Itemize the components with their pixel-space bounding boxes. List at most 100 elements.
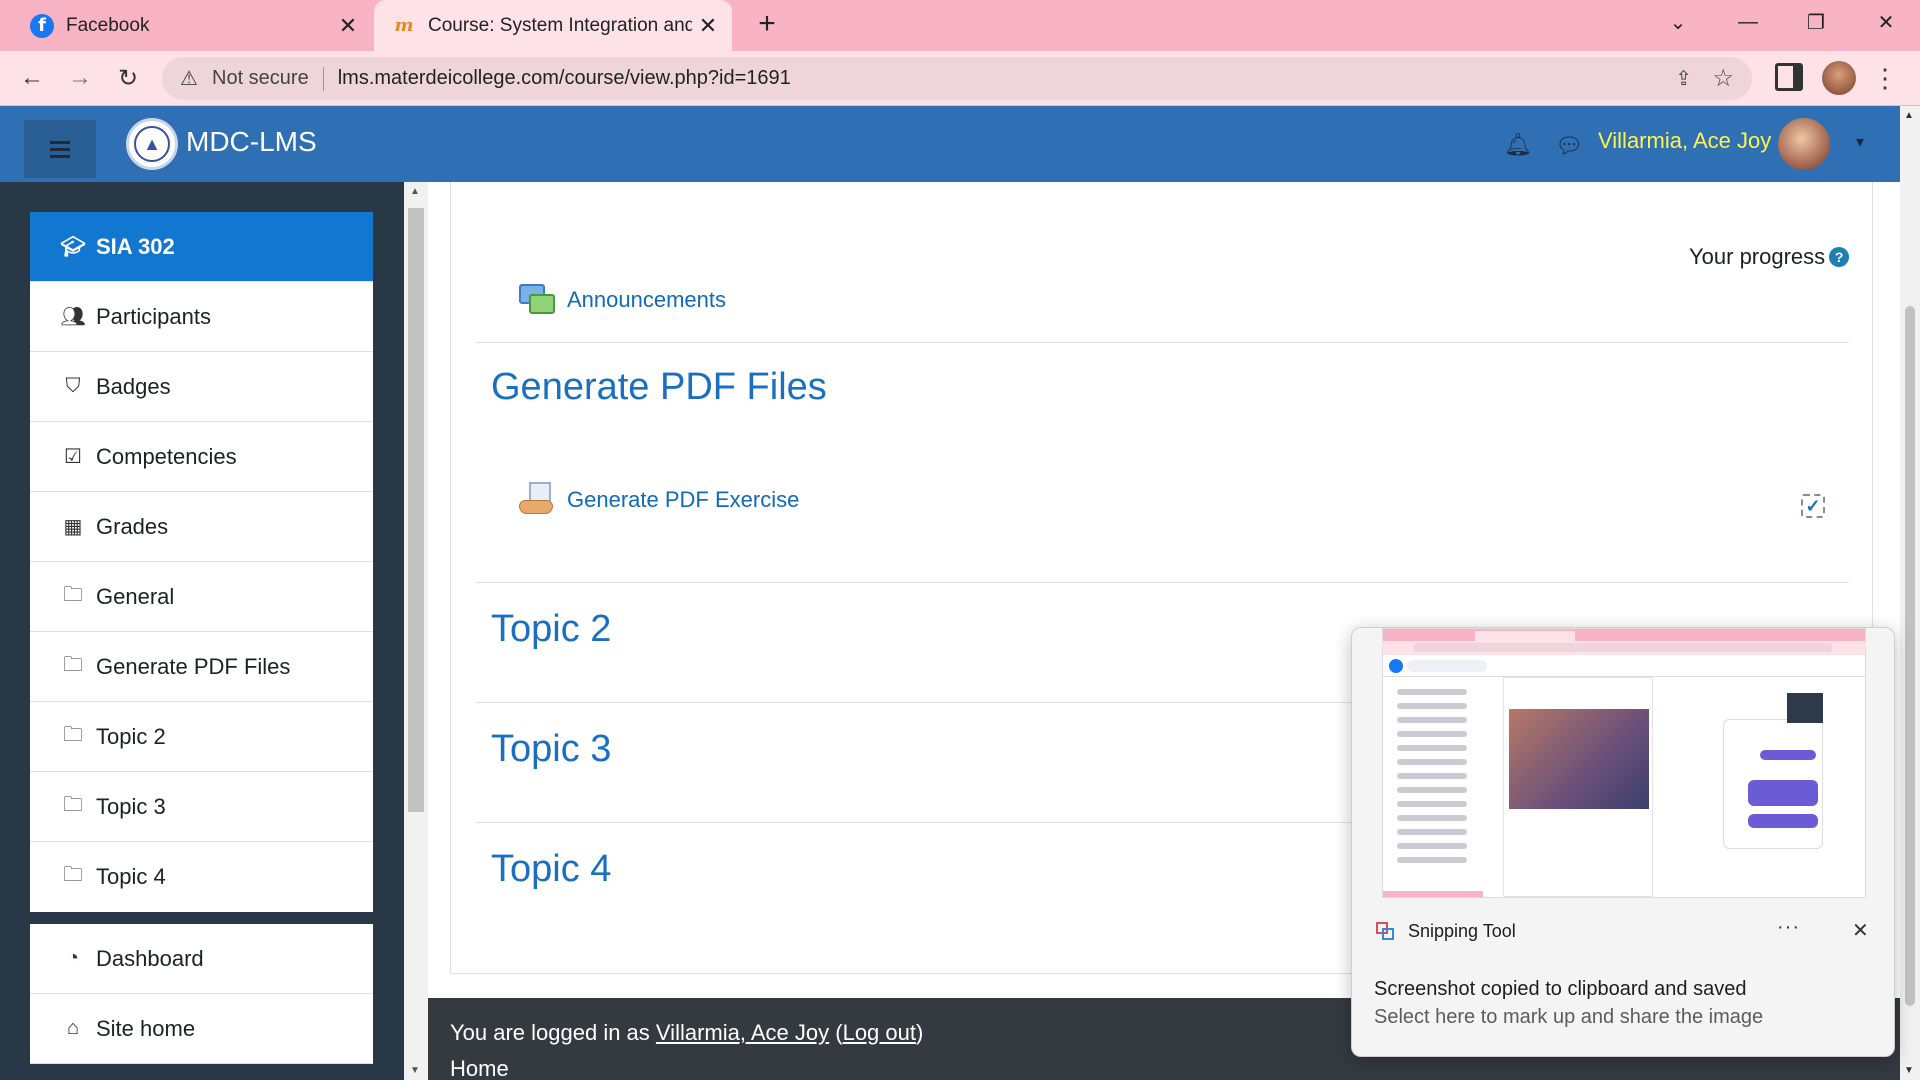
drawer-item-label: Topic 3 (96, 793, 166, 819)
address-bar[interactable]: ⚠ Not secure lms.materdeicollege.com/cou… (162, 57, 1752, 100)
footer-paren: ) (915, 1020, 924, 1045)
check-square-icon: ☑ (64, 446, 82, 468)
page-scrollbar[interactable]: ▲ ▼ (1900, 106, 1920, 1080)
forward-icon[interactable]: → (62, 60, 98, 96)
logged-in-prefix: You are logged in as (450, 1020, 656, 1045)
help-icon[interactable]: ? (1829, 247, 1850, 267)
section-title[interactable]: Generate PDF Files (491, 366, 827, 409)
users-icon: 👥︎ (60, 306, 86, 328)
chevron-down-icon[interactable]: ▾ (1856, 132, 1864, 152)
back-icon[interactable]: ← (14, 60, 50, 96)
logout-link[interactable]: Log out (843, 1020, 916, 1045)
logo-emblem-icon: ▲ (134, 126, 170, 162)
snipping-tool-notification[interactable]: Snipping Tool ··· ✕ Screenshot copied to… (1351, 627, 1895, 1057)
close-icon[interactable]: ✕ (692, 13, 724, 39)
announcements-link[interactable]: Announcements (519, 282, 726, 318)
new-tab-button[interactable]: + (750, 8, 784, 42)
drawer-item-badges[interactable]: ⛉ Badges (30, 352, 373, 422)
drawer-item-label: Dashboard (96, 945, 204, 971)
close-icon[interactable]: ✕ (332, 13, 364, 39)
footer-home-link[interactable]: Home (450, 1056, 509, 1080)
drawer-item-label: SIA 302 (96, 233, 175, 259)
logged-in-info: You are logged in as Villarmia, Ace Joy … (450, 1020, 923, 1046)
your-progress: Your progress ? (1689, 244, 1850, 270)
warning-icon[interactable]: ⚠ (178, 68, 200, 90)
completion-checkbox[interactable]: ✓ (1801, 494, 1825, 518)
tab-search-icon[interactable]: ⌄ (1650, 0, 1706, 44)
scrollbar-thumb[interactable] (1905, 306, 1915, 1006)
shield-icon: ⛉ (65, 375, 81, 397)
tab-course[interactable]: m Course: System Integration and A ✕ (374, 0, 732, 51)
drawer-item-label: General (96, 583, 175, 609)
folder-icon: 🗀 (63, 653, 83, 676)
drawer-item-topic-3[interactable]: 🗀 Topic 3 (30, 772, 373, 842)
site-navbar: ▲ MDC-LMS 🔔︎ 💬︎ Villarmia, Ace Joy ▾ (0, 106, 1900, 182)
bookmark-star-icon[interactable]: ☆ (1712, 64, 1734, 93)
scroll-up-icon[interactable]: ▲ (1904, 110, 1914, 121)
scroll-down-icon[interactable]: ▼ (1904, 1065, 1914, 1076)
tab-facebook[interactable]: f Facebook ✕ (12, 0, 372, 51)
drawer-item-course[interactable]: 🎓︎ SIA 302 (30, 212, 373, 282)
scrollbar-thumb[interactable] (408, 208, 424, 812)
section-title[interactable]: Topic 2 (491, 608, 611, 651)
notifications-bell-icon[interactable]: 🔔︎ (1504, 132, 1532, 158)
more-options-icon[interactable]: ··· (1777, 916, 1800, 939)
generate-pdf-exercise-link[interactable]: Generate PDF Exercise (519, 482, 799, 518)
browser-menu-icon[interactable]: ⋮ (1872, 63, 1898, 94)
drawer-scrollbar[interactable]: ▲ ▼ (404, 182, 428, 1080)
footer-user-link[interactable]: Villarmia, Ace Joy (656, 1020, 829, 1045)
screenshot-thumbnail[interactable] (1382, 628, 1866, 898)
user-avatar[interactable] (1778, 118, 1830, 170)
drawer-item-participants[interactable]: 👥︎ Participants (30, 282, 373, 352)
table-icon: ▦ (63, 516, 83, 538)
browser-tab-bar: f Facebook ✕ m Course: System Integratio… (0, 0, 1920, 51)
section-divider (475, 582, 1849, 583)
drawer-item-grades[interactable]: ▦ Grades (30, 492, 373, 562)
home-icon: ⌂ (66, 1017, 80, 1039)
reload-icon[interactable]: ↻ (110, 60, 146, 96)
site-brand[interactable]: MDC-LMS (186, 126, 317, 158)
profile-avatar[interactable] (1822, 61, 1856, 95)
restore-icon[interactable]: ❐ (1788, 0, 1844, 44)
folder-icon: 🗀 (63, 864, 83, 886)
assignment-icon (519, 482, 557, 518)
url-text[interactable]: lms.materdeicollege.com/course/view.php?… (338, 67, 791, 90)
messages-icon[interactable]: 💬︎ (1555, 133, 1583, 159)
drawer-item-label: Grades (96, 513, 169, 539)
side-panel-icon[interactable] (1775, 63, 1803, 91)
section-title[interactable]: Topic 3 (491, 728, 611, 771)
forum-icon (519, 282, 557, 318)
drawer-item-dashboard[interactable]: ◔ Dashboard (30, 924, 373, 994)
section-divider (475, 342, 1849, 343)
scroll-down-icon[interactable]: ▼ (410, 1065, 420, 1076)
drawer-item-label: Participants (96, 303, 211, 329)
drawer-item-general[interactable]: 🗀 General (30, 562, 373, 632)
section-title[interactable]: Topic 4 (491, 848, 611, 891)
scroll-up-icon[interactable]: ▲ (410, 186, 420, 197)
footer-paren: ( (829, 1020, 843, 1045)
drawer-item-competencies[interactable]: ☑ Competencies (30, 422, 373, 492)
folder-icon: 🗀 (63, 583, 83, 606)
drawer-item-label: Site home (96, 1015, 196, 1041)
nav-drawer: 🎓︎ SIA 302 👥︎ Participants ⛉ Badges ☑ Co… (0, 182, 428, 1080)
toast-message[interactable]: Screenshot copied to clipboard and saved (1374, 978, 1746, 1001)
user-menu-name[interactable]: Villarmia, Ace Joy (1598, 128, 1771, 154)
drawer-item-generate-pdf-files[interactable]: 🗀 Generate PDF Files (30, 632, 373, 702)
close-icon[interactable]: ✕ (1852, 918, 1869, 943)
drawer-item-topic-4[interactable]: 🗀 Topic 4 (30, 842, 373, 912)
drawer-item-topic-2[interactable]: 🗀 Topic 2 (30, 702, 373, 772)
facebook-icon: f (30, 13, 54, 38)
minimize-icon[interactable]: — (1720, 0, 1776, 44)
window-close-icon[interactable]: ✕ (1858, 0, 1914, 44)
share-icon[interactable]: ⇪ (1675, 66, 1692, 91)
activity-name[interactable]: Generate PDF Exercise (567, 487, 799, 513)
activity-name[interactable]: Announcements (567, 287, 726, 313)
folder-icon: 🗀 (63, 793, 83, 816)
security-label[interactable]: Not secure (212, 67, 309, 90)
drawer-item-label: Badges (96, 373, 171, 399)
drawer-toggle-button[interactable] (24, 120, 96, 178)
moodle-icon: m (394, 15, 414, 36)
drawer-item-site-home[interactable]: ⌂ Site home (30, 994, 373, 1064)
toast-subtext[interactable]: Select here to mark up and share the ima… (1374, 1006, 1763, 1029)
site-logo[interactable]: ▲ (126, 118, 178, 170)
